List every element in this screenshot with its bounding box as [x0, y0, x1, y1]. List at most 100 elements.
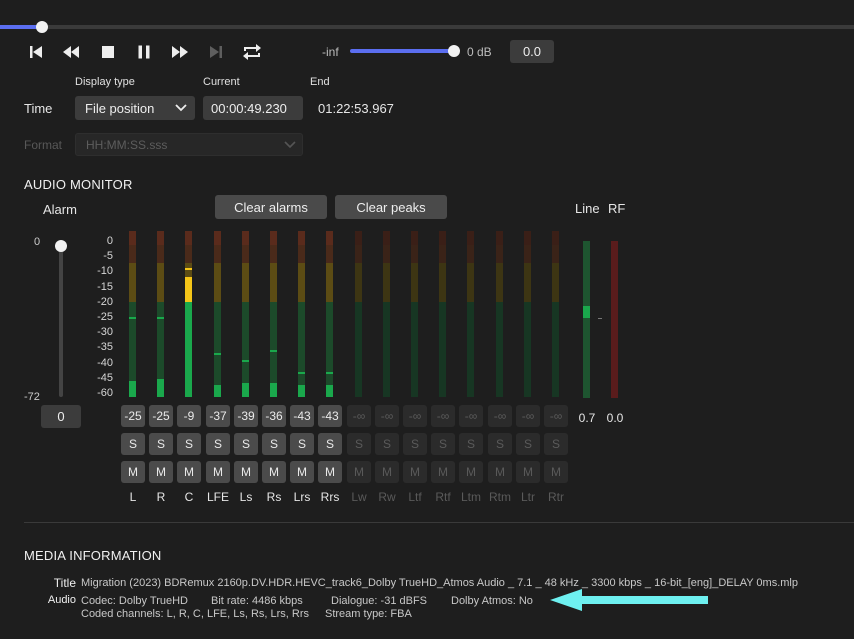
solo-button-rrs[interactable]: S — [318, 433, 342, 455]
current-time-field[interactable]: 00:00:49.230 — [203, 96, 303, 120]
solo-button-lfe[interactable]: S — [206, 433, 230, 455]
meter-background — [496, 231, 503, 245]
mute-button-ltf[interactable]: M — [403, 461, 427, 483]
peak-value-ltf[interactable]: -∞ — [403, 405, 427, 427]
mute-button-rw[interactable]: M — [375, 461, 399, 483]
solo-button-ls[interactable]: S — [234, 433, 258, 455]
peak-value-rtm[interactable]: -∞ — [488, 405, 512, 427]
gain-field[interactable]: 0.0 — [510, 40, 554, 63]
meter-background — [270, 263, 277, 302]
format-select[interactable]: HH:MM:SS.sss — [75, 133, 303, 156]
solo-button-rtm[interactable]: S — [488, 433, 512, 455]
solo-button-rw[interactable]: S — [375, 433, 399, 455]
mute-button-rtm[interactable]: M — [488, 461, 512, 483]
mute-button-rtr[interactable]: M — [544, 461, 568, 483]
mute-button-lrs[interactable]: M — [290, 461, 314, 483]
meter-background — [326, 301, 333, 397]
mute-button-ls[interactable]: M — [234, 461, 258, 483]
mute-button-rtf[interactable]: M — [431, 461, 455, 483]
atmos-info: Dolby Atmos: No — [451, 595, 533, 607]
alarm-handle[interactable] — [55, 240, 67, 252]
solo-button-rtf[interactable]: S — [431, 433, 455, 455]
meter-background — [185, 231, 192, 245]
meter-background — [270, 231, 277, 245]
solo-button-ltm[interactable]: S — [459, 433, 483, 455]
clear-peaks-button[interactable]: Clear peaks — [335, 195, 447, 219]
mute-button-rs[interactable]: M — [262, 461, 286, 483]
seek-bar[interactable] — [0, 25, 854, 29]
current-label: Current — [203, 76, 240, 88]
meter-background — [326, 263, 333, 302]
mute-button-ltm[interactable]: M — [459, 461, 483, 483]
pause-icon[interactable] — [132, 40, 156, 64]
solo-button-l[interactable]: S — [121, 433, 145, 455]
meter-background — [383, 301, 390, 397]
repeat-icon[interactable] — [240, 40, 264, 64]
volume-handle[interactable] — [448, 45, 460, 57]
solo-button-rtr[interactable]: S — [544, 433, 568, 455]
solo-button-ltf[interactable]: S — [403, 433, 427, 455]
seek-handle[interactable] — [36, 21, 48, 33]
peak-value-lfe[interactable]: -37 — [206, 405, 230, 427]
fast-forward-icon[interactable] — [168, 40, 192, 64]
solo-button-c[interactable]: S — [177, 433, 201, 455]
mute-button-ltr[interactable]: M — [516, 461, 540, 483]
meter-background — [157, 231, 164, 245]
mute-button-l[interactable]: M — [121, 461, 145, 483]
mute-button-c[interactable]: M — [177, 461, 201, 483]
alarm-value-field[interactable]: 0 — [41, 405, 81, 428]
scale-tick: -25 — [97, 311, 113, 323]
meter-background — [524, 263, 531, 302]
mute-button-lw[interactable]: M — [347, 461, 371, 483]
skip-to-start-icon[interactable] — [24, 40, 48, 64]
mute-button-lfe[interactable]: M — [206, 461, 230, 483]
meter-background — [355, 263, 362, 302]
solo-button-lrs[interactable]: S — [290, 433, 314, 455]
peak-value-lrs[interactable]: -43 — [290, 405, 314, 427]
line-meter-level — [583, 306, 590, 318]
peak-value-ltr[interactable]: -∞ — [516, 405, 540, 427]
meter-background — [355, 245, 362, 263]
rf-meter — [611, 241, 618, 398]
rf-value: 0.0 — [606, 411, 624, 425]
meter-background — [467, 301, 474, 397]
scale-tick: -5 — [103, 250, 113, 263]
meter-background — [524, 301, 531, 397]
mute-button-r[interactable]: M — [149, 461, 173, 483]
peak-value-l[interactable]: -25 — [121, 405, 145, 427]
scale-tick: -30 — [97, 326, 113, 339]
meter-background — [214, 245, 221, 263]
next-frame-icon[interactable] — [204, 40, 228, 64]
solo-button-r[interactable]: S — [149, 433, 173, 455]
volume-slider[interactable] — [350, 49, 456, 53]
display-type-label: Display type — [75, 76, 135, 88]
display-type-select[interactable]: File position — [75, 96, 195, 120]
format-value: HH:MM:SS.sss — [86, 137, 168, 152]
media-info-title: MEDIA INFORMATION — [24, 548, 162, 563]
alarm-slider[interactable] — [59, 245, 63, 397]
format-label: Format — [24, 138, 63, 152]
peak-value-rw[interactable]: -∞ — [375, 405, 399, 427]
solo-button-rs[interactable]: S — [262, 433, 286, 455]
meter-background — [496, 263, 503, 302]
peak-value-ltm[interactable]: -∞ — [459, 405, 483, 427]
mute-button-rrs[interactable]: M — [318, 461, 342, 483]
meter-background — [383, 231, 390, 245]
solo-button-lw[interactable]: S — [347, 433, 371, 455]
peak-value-c[interactable]: -9 — [177, 405, 201, 427]
meter-background — [242, 263, 249, 302]
meter-background — [326, 245, 333, 263]
solo-button-ltr[interactable]: S — [516, 433, 540, 455]
channel-label-rtr: Rtr — [548, 490, 564, 504]
meter-background — [242, 231, 249, 245]
peak-value-rs[interactable]: -36 — [262, 405, 286, 427]
clear-alarms-button[interactable]: Clear alarms — [215, 195, 327, 219]
peak-value-rrs[interactable]: -43 — [318, 405, 342, 427]
stop-icon[interactable] — [96, 40, 120, 64]
peak-value-ls[interactable]: -39 — [234, 405, 258, 427]
peak-value-r[interactable]: -25 — [149, 405, 173, 427]
peak-value-rtr[interactable]: -∞ — [544, 405, 568, 427]
peak-value-lw[interactable]: -∞ — [347, 405, 371, 427]
rewind-icon[interactable] — [59, 40, 83, 64]
peak-value-rtf[interactable]: -∞ — [431, 405, 455, 427]
